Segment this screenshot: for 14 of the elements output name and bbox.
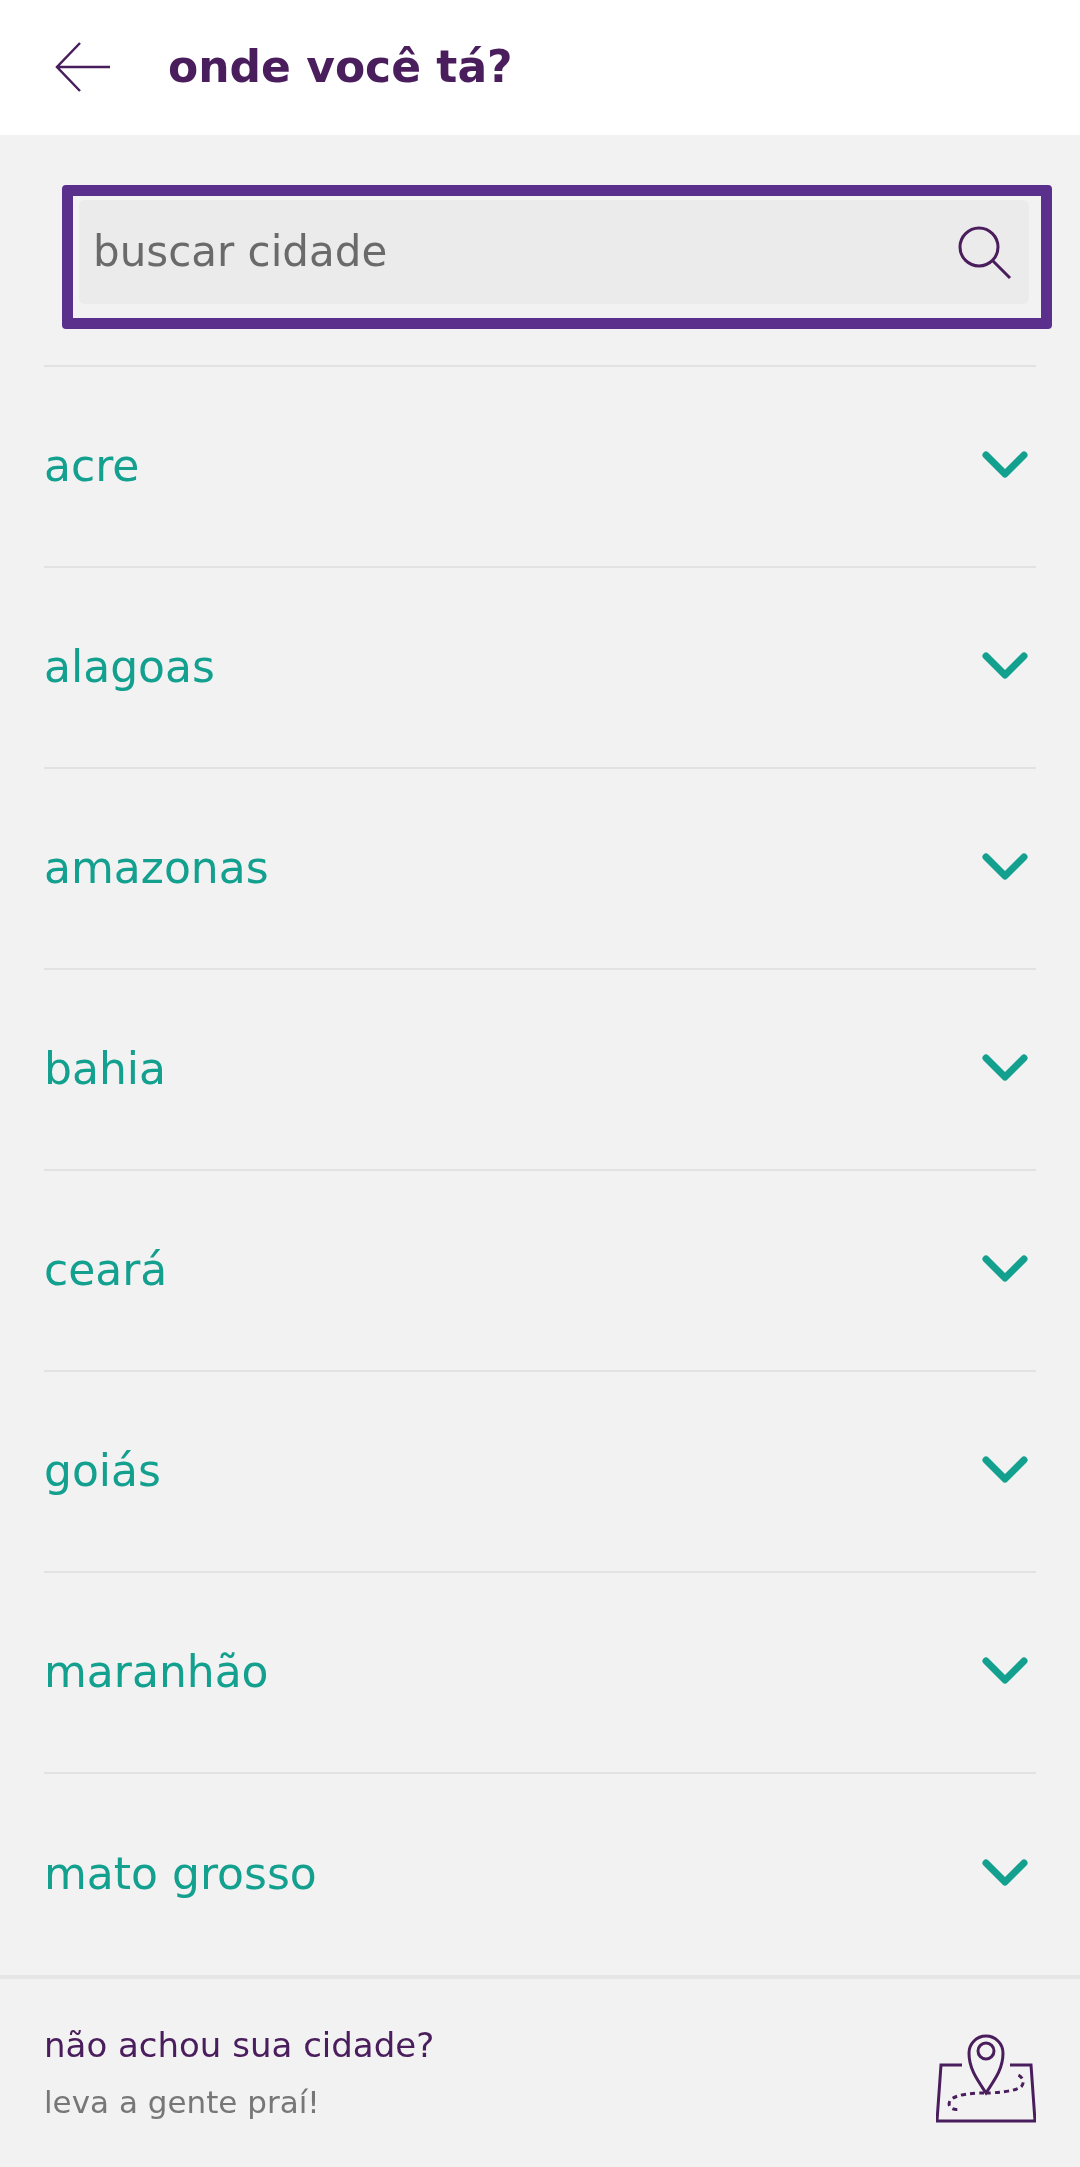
footer-title: não achou sua cidade? <box>44 2024 435 2068</box>
state-item[interactable]: acre <box>44 366 1036 568</box>
search-input[interactable]: buscar cidade <box>91 219 955 285</box>
state-item[interactable]: maranhão <box>44 1572 1036 1774</box>
back-button[interactable] <box>54 41 112 94</box>
page-title: onde você tá? <box>168 40 513 95</box>
state-item[interactable]: bahia <box>44 969 1036 1171</box>
state-item[interactable]: amazonas <box>44 768 1036 970</box>
footer-subtitle: leva a gente praí! <box>44 2083 321 2123</box>
search-field[interactable]: buscar cidade <box>79 199 1029 304</box>
state-item[interactable]: alagoas <box>44 567 1036 769</box>
state-item[interactable]: mato grosso <box>44 1773 1036 1975</box>
state-item[interactable]: goiás <box>44 1371 1036 1573</box>
state-item[interactable]: ceará <box>44 1170 1036 1372</box>
